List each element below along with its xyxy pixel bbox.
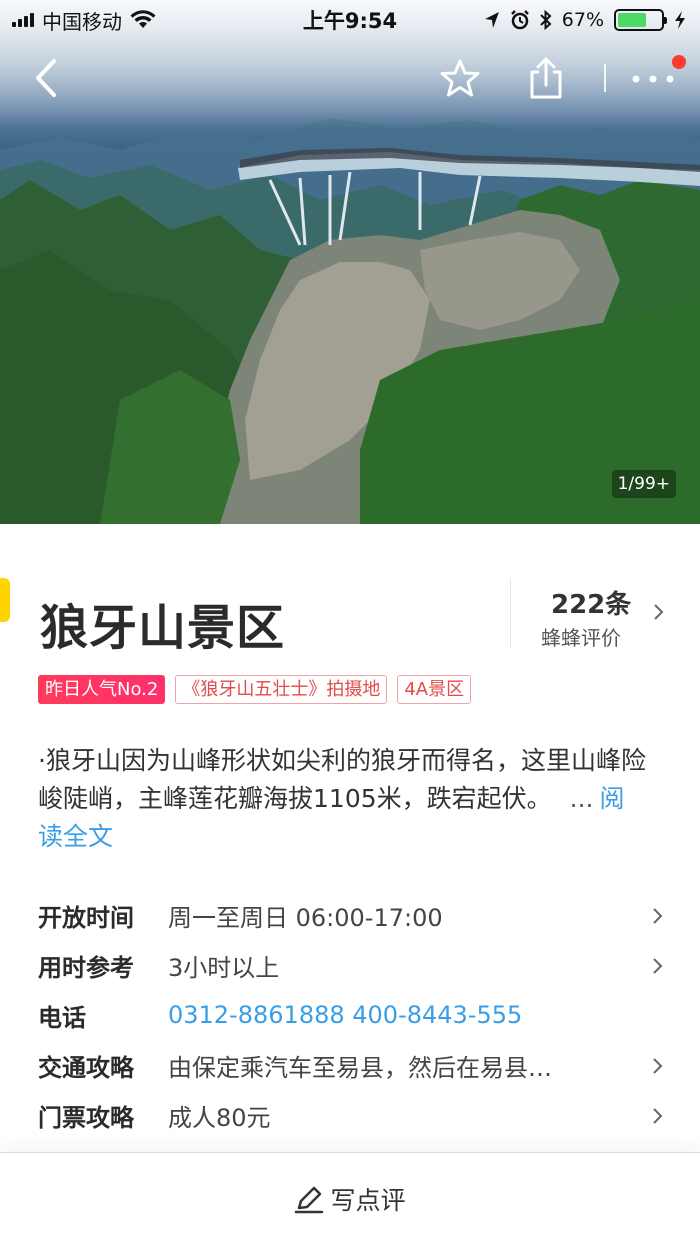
chevron-right-icon: [653, 1058, 663, 1074]
back-button[interactable]: [24, 56, 68, 100]
chevron-right-icon: [653, 958, 663, 974]
image-counter: 1/99+: [611, 470, 676, 498]
chevron-right-icon: [653, 908, 663, 924]
info-list: 开放时间 周一至周日 06:00-17:00 用时参考 3小时以上 电话 031…: [38, 890, 668, 1140]
info-key: 门票攻略: [38, 1103, 134, 1132]
more-dots-icon: [632, 75, 674, 83]
status-bar: 中国移动 上午9:54 67%: [0, 0, 700, 40]
info-row-phone: 电话 0312-8861888 400-8443-555: [38, 990, 668, 1040]
info-row-transport[interactable]: 交通攻略 由保定乘汽车至易县，然后在易县…: [38, 1040, 668, 1090]
write-review-button[interactable]: 写点评: [0, 1152, 700, 1245]
info-value: 周一至周日 06:00-17:00: [168, 903, 443, 932]
write-review-label: 写点评: [330, 1186, 406, 1215]
charging-bolt-icon: [675, 11, 685, 29]
description: ·狼牙山因为山峰形状如尖利的狼牙而得名，这里山峰险峻陡峭，主峰莲花瓣海拔1105…: [38, 742, 648, 856]
chevron-right-icon: [654, 604, 664, 620]
tag-filming-location: 《狼牙山五壮士》拍摄地: [175, 675, 388, 704]
signal-icon: [12, 13, 34, 27]
battery-icon: [614, 9, 667, 31]
wifi-icon: [130, 10, 156, 28]
chevron-right-icon: [653, 1108, 663, 1124]
poi-title: 狼牙山景区: [40, 600, 286, 656]
description-text: ·狼牙山因为山峰形状如尖利的狼牙而得名，这里山峰险峻陡峭，主峰莲花瓣海拔1105…: [38, 746, 646, 813]
info-row-opening-hours[interactable]: 开放时间 周一至周日 06:00-17:00: [38, 890, 668, 940]
info-value: 3小时以上: [168, 953, 280, 982]
info-value: 由保定乘汽车至易县，然后在易县…: [168, 1053, 552, 1082]
info-key: 开放时间: [38, 903, 134, 932]
alarm-clock-icon: [510, 10, 529, 30]
status-right: 67%: [484, 9, 686, 31]
location-arrow-icon: [484, 12, 499, 28]
battery-percent: 67%: [561, 9, 604, 31]
more-button[interactable]: [628, 62, 678, 96]
chevron-left-icon: [36, 59, 56, 97]
info-value: 成人80元: [168, 1103, 271, 1132]
info-key: 交通攻略: [38, 1053, 134, 1082]
info-key: 电话: [38, 1003, 86, 1032]
phone-link[interactable]: 0312-8861888 400-8443-555: [168, 1001, 668, 1029]
nav-divider: [604, 64, 606, 92]
info-row-tickets[interactable]: 门票攻略 成人80元: [38, 1090, 668, 1140]
side-marker: [0, 578, 10, 622]
tag-list: 昨日人气No.2 《狼牙山五壮士》拍摄地 4A景区: [38, 675, 472, 704]
share-icon: [530, 57, 562, 99]
bluetooth-icon: [540, 10, 552, 30]
star-icon: [440, 59, 480, 97]
review-label: 蜂蜂评价: [541, 626, 621, 650]
notification-dot: [672, 55, 686, 69]
review-count: 222条: [551, 590, 632, 620]
share-button[interactable]: [522, 54, 570, 102]
pencil-icon: [295, 1186, 324, 1214]
info-row-duration[interactable]: 用时参考 3小时以上: [38, 940, 668, 990]
battery-level-fill: [618, 13, 647, 27]
info-key: 用时参考: [38, 953, 134, 982]
favorite-button[interactable]: [436, 56, 484, 100]
hero-image[interactable]: 1/99+: [0, 0, 700, 524]
description-ellipsis: ...: [569, 784, 594, 813]
review-summary-button[interactable]: 222条 蜂蜂评价: [510, 578, 700, 650]
tag-popularity: 昨日人气No.2: [38, 675, 166, 704]
tag-rating-level: 4A景区: [397, 675, 472, 704]
carrier-name: 中国移动: [42, 9, 122, 34]
status-left: 中国移动: [12, 6, 156, 35]
